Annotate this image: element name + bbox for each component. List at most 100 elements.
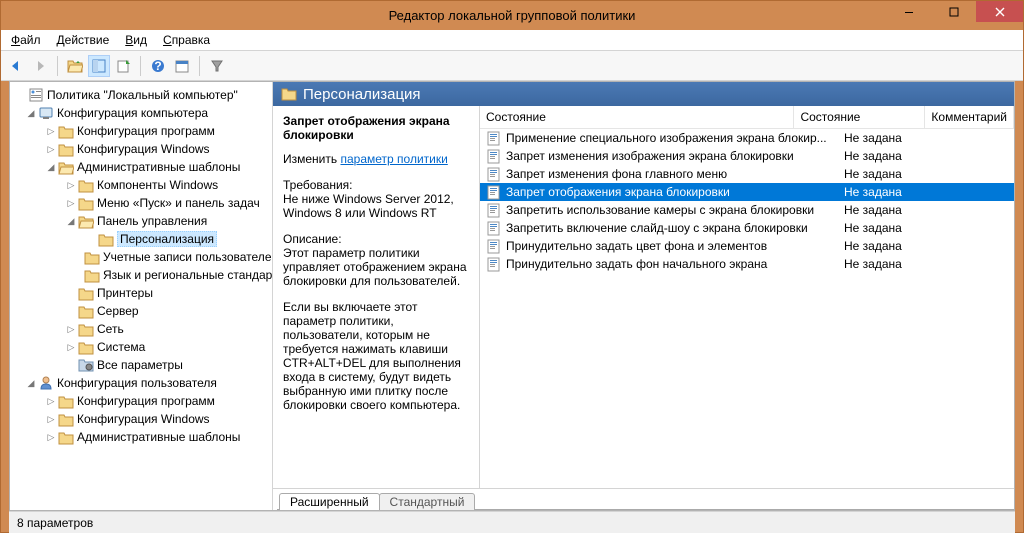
expander-icon[interactable]: ▷ <box>64 324 78 335</box>
tree-personalization[interactable]: Персонализация <box>10 230 272 248</box>
tree-user-accounts[interactable]: Учетные записи пользователей <box>10 248 272 266</box>
list-row[interactable]: Применение специального изображения экра… <box>480 129 1014 147</box>
column-state[interactable]: Состояние <box>794 106 925 128</box>
edit-policy-link[interactable]: параметр политики <box>340 152 447 166</box>
list-header: Состояние Состояние Комментарий <box>480 106 1014 129</box>
statusbar: 8 параметров <box>9 511 1015 533</box>
setting-state: Не задана <box>844 149 902 163</box>
expander-icon[interactable]: ▷ <box>44 432 58 443</box>
expander-icon[interactable]: ▷ <box>64 198 78 209</box>
svg-text:?: ? <box>154 59 161 73</box>
properties-button[interactable] <box>171 55 193 77</box>
tree-computer-config[interactable]: ◢ Конфигурация компьютера <box>10 104 272 122</box>
minimize-button[interactable] <box>886 1 931 22</box>
list-row[interactable]: Запрет изменения изображения экрана блок… <box>480 147 1014 165</box>
setting-icon <box>486 220 502 236</box>
list-row[interactable]: Принудительно задать фон начального экра… <box>480 255 1014 273</box>
setting-state: Не задана <box>844 185 902 199</box>
setting-state: Не задана <box>844 221 902 235</box>
tab-extended[interactable]: Расширенный <box>279 493 380 510</box>
list-row[interactable]: Запрет отображения экрана блокировки Не з… <box>480 183 1014 201</box>
expander-icon[interactable]: ▷ <box>44 144 58 155</box>
close-button[interactable] <box>976 1 1023 22</box>
list-row[interactable]: Запрет изменения фона главного меню Не за… <box>480 165 1014 183</box>
edit-label: Изменить <box>283 152 337 166</box>
maximize-button[interactable] <box>931 1 976 22</box>
description-text-2: Если вы включаете этот параметр политики… <box>283 300 469 412</box>
folder-icon <box>78 195 94 211</box>
menu-help[interactable]: Справка <box>163 33 210 47</box>
setting-name: Запрет отображения экрана блокировки <box>506 185 730 199</box>
folder-icon <box>58 393 74 409</box>
folder-icon <box>58 123 74 139</box>
folder-icon <box>78 213 94 229</box>
list-row[interactable]: Принудительно задать цвет фона и элемент… <box>480 237 1014 255</box>
tree-printers[interactable]: Принтеры <box>10 284 272 302</box>
folder-icon <box>281 86 297 102</box>
export-button[interactable] <box>112 55 134 77</box>
tree-windows-components[interactable]: ▷ Компоненты Windows <box>10 176 272 194</box>
menubar: Файл Действие Вид Справка <box>1 30 1023 51</box>
expander-icon[interactable]: ◢ <box>44 162 58 173</box>
tree-user-config[interactable]: ◢ Конфигурация пользователя <box>10 374 272 392</box>
back-button[interactable] <box>5 55 27 77</box>
tab-standard[interactable]: Стандартный <box>379 493 476 510</box>
tree-server[interactable]: Сервер <box>10 302 272 320</box>
tree-start-menu[interactable]: ▷ Меню «Пуск» и панель задач <box>10 194 272 212</box>
column-comment[interactable]: Комментарий <box>925 106 1014 128</box>
setting-name: Запретить включение слайд-шоу с экрана б… <box>506 221 808 235</box>
tree-network[interactable]: ▷ Сеть <box>10 320 272 338</box>
tree-control-panel[interactable]: ◢ Панель управления <box>10 212 272 230</box>
setting-name: Применение специального изображения экра… <box>506 131 827 145</box>
tree-system[interactable]: ▷ Система <box>10 338 272 356</box>
expander-icon[interactable]: ◢ <box>24 378 38 389</box>
tree-lang-regional[interactable]: Язык и региональные стандарты <box>10 266 272 284</box>
toolbar: ? <box>1 51 1023 81</box>
folder-icon <box>58 159 74 175</box>
setting-name: Принудительно задать фон начального экра… <box>506 257 767 271</box>
tree-admin-templates[interactable]: ◢ Административные шаблоны <box>10 158 272 176</box>
setting-name: Запрет изменения фона главного меню <box>506 167 727 181</box>
setting-name: Запрет изменения изображения экрана блок… <box>506 149 794 163</box>
setting-name: Запретить использование камеры с экрана … <box>506 203 814 217</box>
tree-pane[interactable]: Политика "Локальный компьютер" ◢ Конфигу… <box>10 82 273 510</box>
gear-folder-icon <box>78 357 94 373</box>
expander-icon[interactable]: ▷ <box>64 180 78 191</box>
expander-icon[interactable]: ▷ <box>44 414 58 425</box>
window-titlebar: Редактор локальной групповой политики <box>1 1 1023 30</box>
selected-policy-title: Запрет отображения экрана блокировки <box>283 114 469 142</box>
tree-all-params[interactable]: Все параметры <box>10 356 272 374</box>
menu-view[interactable]: Вид <box>125 33 147 47</box>
filter-button[interactable] <box>206 55 228 77</box>
tree-u-admin-templates[interactable]: ▷ Административные шаблоны <box>10 428 272 446</box>
folder-icon <box>58 141 74 157</box>
up-button[interactable] <box>64 55 86 77</box>
folder-icon <box>84 267 100 283</box>
menu-file[interactable]: Файл <box>11 33 41 47</box>
expander-icon[interactable]: ▷ <box>44 126 58 137</box>
tree-u-windows-config[interactable]: ▷ Конфигурация Windows <box>10 410 272 428</box>
tree-windows-config[interactable]: ▷ Конфигурация Windows <box>10 140 272 158</box>
folder-icon <box>58 429 74 445</box>
requirements-label: Требования: <box>283 178 469 192</box>
forward-button[interactable] <box>29 55 51 77</box>
setting-icon <box>486 130 502 146</box>
setting-icon <box>486 256 502 272</box>
expander-icon[interactable]: ◢ <box>24 108 38 119</box>
tree-root[interactable]: Политика "Локальный компьютер" <box>10 86 272 104</box>
help-button[interactable]: ? <box>147 55 169 77</box>
show-hide-tree-button[interactable] <box>88 55 110 77</box>
setting-state: Не задана <box>844 239 902 253</box>
setting-state: Не задана <box>844 167 902 181</box>
menu-action[interactable]: Действие <box>57 33 110 47</box>
list-row[interactable]: Запретить включение слайд-шоу с экрана б… <box>480 219 1014 237</box>
expander-icon[interactable]: ◢ <box>64 216 78 227</box>
list-row[interactable]: Запретить использование камеры с экрана … <box>480 201 1014 219</box>
expander-icon[interactable]: ▷ <box>64 342 78 353</box>
tree-u-program-config[interactable]: ▷ Конфигурация программ <box>10 392 272 410</box>
column-name[interactable]: Состояние <box>480 106 794 128</box>
settings-list[interactable]: Состояние Состояние Комментарий Применен… <box>480 106 1014 488</box>
header-strip: Персонализация <box>273 82 1014 106</box>
tree-program-config[interactable]: ▷ Конфигурация программ <box>10 122 272 140</box>
expander-icon[interactable]: ▷ <box>44 396 58 407</box>
